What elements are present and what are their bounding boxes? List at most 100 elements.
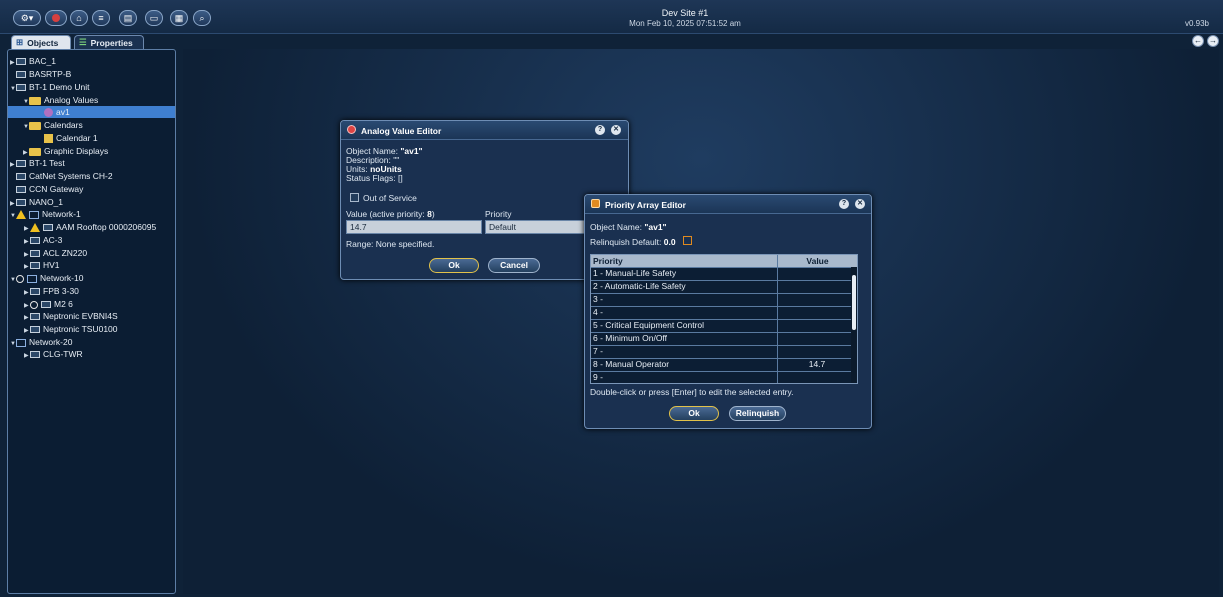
tree-item-fpb-3-30[interactable]: ▶ FPB 3-30 [24, 285, 79, 297]
table-row[interactable]: 3 - [591, 293, 857, 306]
network-icon [16, 338, 26, 347]
tree-item-m2-6[interactable]: ▶ M2 6 [24, 298, 73, 310]
priority-array-editor-dialog: Priority Array Editor ? ✕ Object Name: "… [584, 194, 872, 429]
close-icon[interactable]: ✕ [855, 199, 865, 209]
tree-item-calendars[interactable]: ▼ Calendars [23, 119, 83, 131]
out-of-service-checkbox[interactable] [350, 193, 359, 202]
object-name-row: Object Name: "av1" [590, 222, 667, 232]
network-icon [29, 210, 39, 219]
table-row[interactable]: 2 - Automatic-Life Safety [591, 280, 857, 293]
top-bar: ⚙▾ ⌂ ≡ ▤ ▭ ▦ ⌕ Dev Site #1 Mon Feb 10, 2… [0, 0, 1223, 34]
nav-back-arrow-icon[interactable]: ← [1192, 35, 1204, 47]
schedule-icon[interactable]: ▦ [170, 10, 188, 26]
device-icon [16, 173, 26, 181]
device-icon [41, 301, 51, 309]
relinquish-button[interactable]: Relinquish [729, 406, 786, 421]
table-scrollbar[interactable] [851, 267, 857, 383]
tree-item-hv1[interactable]: ▶ HV1 [24, 259, 60, 271]
value-label: Value (active priority: 8) [346, 209, 435, 219]
current-datetime: Mon Feb 10, 2025 07:51:52 am [629, 19, 741, 28]
value-input[interactable]: 14.7 [346, 220, 482, 234]
warning-icon [30, 223, 40, 233]
app-version: v0.93b [1184, 19, 1209, 28]
tree-item-graphic-displays[interactable]: ▶ Graphic Displays [23, 145, 108, 157]
alarms-icon[interactable]: ≡ [92, 10, 110, 26]
tree-item-basrtp-b[interactable]: BASRTP-B [10, 68, 71, 80]
table-row[interactable]: 6 - Minimum On/Off [591, 332, 857, 345]
close-icon[interactable]: ✕ [611, 125, 621, 135]
monitor-icon[interactable]: ▭ [145, 10, 163, 26]
range-text: Range: None specified. [346, 239, 435, 249]
tree-item-acl-zn220[interactable]: ▶ ACL ZN220 [24, 247, 87, 259]
tree-item-av1[interactable]: av1 [44, 106, 70, 118]
calendar-view-icon[interactable]: ▤ [119, 10, 137, 26]
tree-item-catnet-systems[interactable]: CatNet Systems CH-2 [10, 170, 113, 182]
tree-item-clg-twr[interactable]: ▶ CLG-TWR [24, 348, 83, 360]
device-icon [16, 84, 26, 92]
tree-item-network-1[interactable]: ▼ Network-1 [10, 208, 81, 220]
properties-list-icon: ☰ [79, 37, 87, 47]
calendar-icon [44, 134, 53, 144]
tab-properties-label: Properties [90, 37, 133, 48]
tree-item-network-10[interactable]: ▼ Network-10 [10, 272, 83, 284]
value-column-header: Value [777, 255, 857, 267]
disabled-icon [30, 300, 38, 309]
tab-objects-label: Objects [27, 37, 59, 48]
table-row[interactable]: 9 - [591, 371, 857, 383]
tree-item-neptronic-tsu0100[interactable]: ▶ Neptronic TSU0100 [24, 323, 118, 335]
tab-properties[interactable]: ☰ Properties [74, 35, 144, 49]
status-flags-row: Status Flags: [] [346, 173, 403, 183]
device-icon [16, 186, 26, 194]
home-icon[interactable]: ⌂ [70, 10, 88, 26]
device-icon [30, 288, 40, 296]
analog-value-icon [44, 108, 53, 118]
tree-item-ccn-gateway[interactable]: CCN Gateway [10, 183, 83, 195]
table-row[interactable]: 1 - Manual-Life Safety [591, 267, 857, 280]
tree-item-calendar-1[interactable]: Calendar 1 [44, 132, 98, 144]
dialog-title: Analog Value Editor [361, 126, 442, 136]
device-icon [16, 71, 26, 79]
table-row[interactable]: 4 - [591, 306, 857, 319]
device-icon [30, 237, 40, 245]
edit-pencil-icon[interactable] [683, 236, 692, 245]
priority-label: Priority [485, 209, 512, 219]
edit-pencil-icon [591, 199, 600, 208]
search-icon[interactable]: ⌕ [193, 10, 211, 26]
tree-item-bt1-test[interactable]: ▶ BT-1 Test [10, 157, 65, 169]
device-icon [30, 250, 40, 258]
tree-selection-highlight [8, 106, 175, 118]
out-of-service-label: Out of Service [363, 193, 417, 203]
tree-item-bt1-demo-unit[interactable]: ▼ BT-1 Demo Unit [10, 81, 89, 93]
gear-menu-icon[interactable]: ⚙▾ [13, 10, 41, 26]
dialog-header[interactable]: Priority Array Editor ? ✕ [585, 195, 871, 214]
table-row[interactable]: 5 - Critical Equipment Control [591, 319, 857, 332]
tree-item-neptronic-evbni4s[interactable]: ▶ Neptronic EVBNI4S [24, 310, 118, 322]
device-icon [43, 224, 53, 232]
nav-forward-arrow-icon[interactable]: → [1207, 35, 1219, 47]
scrollbar-thumb[interactable] [852, 275, 856, 330]
tree-item-analog-values[interactable]: ▼ Analog Values [23, 94, 98, 106]
table-row[interactable]: 7 - [591, 345, 857, 358]
tree-item-nano-1[interactable]: ▶ NANO_1 [10, 196, 63, 208]
priority-select[interactable]: Default [485, 220, 585, 234]
device-icon [30, 262, 40, 270]
ok-button[interactable]: Ok [669, 406, 719, 421]
tree-item-network-20[interactable]: ▼ Network-20 [10, 336, 72, 348]
device-icon [16, 160, 26, 168]
warning-icon [16, 210, 26, 220]
tab-objects[interactable]: ⊞ Objects [11, 35, 71, 49]
tree-item-ac-3[interactable]: ▶ AC-3 [24, 234, 62, 246]
folder-icon [29, 96, 41, 105]
help-icon[interactable]: ? [595, 125, 605, 135]
tree-item-aam-rooftop[interactable]: ▶ AAM Rooftop 0000206095 [24, 221, 156, 233]
help-icon[interactable]: ? [839, 199, 849, 209]
table-row[interactable]: 8 - Manual Operator 14.7 [591, 358, 857, 371]
ok-button[interactable]: Ok [429, 258, 479, 273]
dialog-title: Priority Array Editor [605, 200, 686, 210]
cancel-button[interactable]: Cancel [488, 258, 540, 273]
device-icon [16, 58, 26, 66]
back-icon[interactable] [45, 10, 67, 26]
dialog-header[interactable]: Analog Value Editor ? ✕ [341, 121, 628, 140]
tree-item-bac-1[interactable]: ▶ BAC_1 [10, 55, 56, 67]
device-icon [30, 351, 40, 359]
